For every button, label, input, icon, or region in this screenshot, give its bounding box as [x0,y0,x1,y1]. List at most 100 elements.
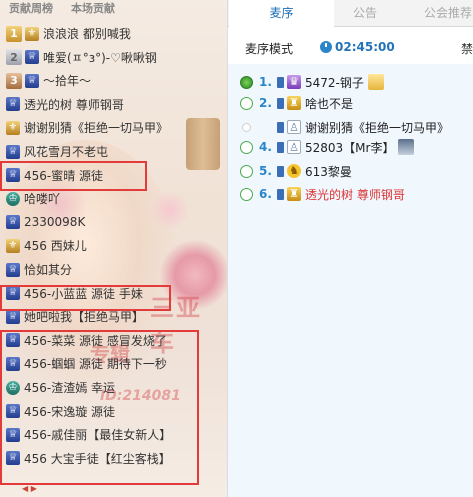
tab-weekly-contribution[interactable]: 贡献周榜 [9,0,53,16]
mic-status-icon [240,96,253,110]
member-level-icon: ♕ [25,73,39,88]
phone-icon [277,165,284,177]
tab-session-contribution[interactable]: 本场贡献 [71,0,115,16]
contributor-name: 透光的树 尊师钢哥 [24,97,124,112]
contributor-name: 456-戚佳丽【最佳女新人】 [24,428,172,443]
queue-user-name: 透光的树 尊师钢哥 [305,187,405,202]
member-level-icon: ⚜ [6,238,20,253]
contributor-row[interactable]: 3 ♕ ～拾年～ [0,69,227,92]
member-level-icon: ♕ [6,97,20,112]
mic-status-icon [240,164,253,178]
queue-number: 2. [259,96,272,110]
contributor-row[interactable]: ♕ 456 大宝手徒【红尘客栈】 [0,447,227,470]
queue-user-name: 啥也不是 [305,96,354,111]
phone-icon [277,97,284,109]
role-icon: ♜ [287,187,301,201]
tab-announcement[interactable]: 公告 [334,0,396,26]
contributor-name: 2330098K [24,215,86,230]
contributor-name: 456 大宝手徒【红尘客栈】 [24,451,171,466]
contributor-name: 哈喽吖 [24,192,61,207]
contributor-name: 恰如其分 [24,263,73,277]
member-level-icon: ♕ [6,427,20,442]
member-level-icon: ♔ [6,380,20,395]
tab-guild-recommend[interactable]: 公会推荐 [396,0,473,26]
contributor-row[interactable]: ⚜ 456 西妹儿 [0,234,227,257]
contributor-row[interactable]: ♕ 456-戚佳丽【最佳女新人】 [0,423,227,446]
role-icon: ♙ [287,120,301,134]
queue-number: 5. [259,164,272,178]
contributor-row[interactable]: ♕ 456-蝈蝈 源徒 期待下一秒 [0,352,227,375]
queue-number: 6. [259,187,272,201]
contribution-tabs: 贡献周榜 本场贡献 [0,0,227,16]
tab-mic-sequence[interactable]: 麦序 [229,0,334,27]
mode-label: 麦序模式 [245,42,294,56]
phone-icon [277,141,284,153]
member-level-icon: ♕ [6,215,20,230]
queue-row[interactable]: 4. ♙ 52803【Mr李】 [228,136,473,158]
contributor-row[interactable]: ♕ 456-蜜晴 源徒 [0,164,227,187]
contributor-name: 456-菜菜 源徒 感冒发烧了 [24,333,167,348]
contributor-name: ～拾年～ [43,74,92,89]
member-level-icon: ♕ [6,168,20,183]
queue-row[interactable]: 5. ♞ 613黎曼 [228,160,473,182]
queue-user-name: 谢谢别猜《拒绝一切马甲》 [305,120,450,135]
contributor-row[interactable]: ♕ 她吧啦我【拒绝马甲】 [0,305,227,328]
queue-row[interactable]: 1. ♛ 5472-钢子 [228,71,473,93]
contributor-row[interactable]: ♕ 456-宋逸璇 源徒 [0,400,227,423]
contributor-name: 456 西妹儿 [24,239,87,254]
clock-icon [320,41,332,53]
queue-number: 4. [259,140,272,154]
member-level-icon: ♕ [6,404,20,419]
contributor-row[interactable]: ♕ 透光的树 尊师钢哥 [0,93,227,116]
member-level-icon: ♕ [6,451,20,466]
contributor-row[interactable]: ♕ 恰如其分 [0,258,227,281]
member-level-icon: ♕ [6,262,20,277]
role-icon: ♜ [287,96,301,110]
contributor-row[interactable]: 2 ♕ 唯爱(ㅍ°з°)-♡啾啾钢 [0,46,227,69]
rank-badge-icon: 3 [6,72,22,89]
contributor-name: 456-蜜晴 源徒 [24,168,104,183]
contributor-name: 456-小蓝蓝 源徒 手妹 [24,286,143,301]
contributor-name: 456-渣渣嫣 幸运 [24,381,116,395]
queue-user-name: 613黎曼 [305,164,352,179]
scroll-arrows-icon[interactable]: ◀ ▶ [22,484,37,493]
member-level-icon: ♕ [6,356,20,371]
panel-tabs: 麦序 公告 公会推荐 [228,0,473,27]
rank-badge-icon: 1 [6,25,22,42]
contributor-name: 浪浪浪 都别喊我 [43,27,131,41]
member-level-icon: ⚜ [25,26,39,41]
queue-user-name: 52803【Mr李】 [305,140,395,155]
member-level-icon: ♕ [6,144,20,159]
contributor-name: 456-宋逸璇 源徒 [24,404,116,419]
contributor-row[interactable]: ♔ 哈喽吖 [0,187,227,210]
role-icon: ♛ [287,75,301,89]
role-icon: ♞ [287,164,301,178]
contribution-panel: 三亚车 专辑 ID:214081 贡献周榜 本场贡献 1 ⚜ 浪浪浪 都别喊我 2 ♕ 唯… [0,0,227,497]
mic-queue-panel: 麦序 公告 公会推荐 麦序模式 02:45:00 禁 1. ♛ 5472-钢子 2. ♜… [227,0,473,497]
queue-number: 1. [259,75,272,89]
countdown-timer: 02:45:00 [320,40,395,54]
mic-status-icon [240,75,253,89]
contributor-row[interactable]: ♕ 456-小蓝蓝 源徒 手妹 [0,282,227,305]
ban-button[interactable]: 禁 [461,40,473,57]
countdown-value: 02:45:00 [335,40,395,54]
member-level-icon: ♕ [6,309,20,324]
queue-row[interactable]: ♙ 谢谢别猜《拒绝一切马甲》 [228,116,473,138]
member-level-icon: ♕ [25,50,39,65]
queue-row[interactable]: 6. ♜ 透光的树 尊师钢哥 [228,183,473,205]
role-icon: ♙ [287,140,301,154]
avatar [398,139,415,155]
contributor-name: 唯爱(ㅍ°з°)-♡啾啾钢 [43,50,157,65]
contributor-row[interactable]: ⚜ 谢谢别猜《拒绝一切马甲》 [0,116,227,139]
contributor-row[interactable]: ♕ 456-菜菜 源徒 感冒发烧了 [0,329,227,352]
contributor-row[interactable]: ♕ 2330098K [0,211,227,234]
contributor-row[interactable]: ♔ 456-渣渣嫣 幸运 [0,376,227,399]
mic-status-icon [240,140,253,154]
member-level-icon: ♕ [6,286,20,301]
badge-icon [367,74,384,90]
contributor-row[interactable]: ♕ 风花雪月不老屯 [0,140,227,163]
queue-row[interactable]: 2. ♜ 啥也不是 [228,92,473,114]
member-level-icon: ♕ [6,333,20,348]
mic-status-icon [242,122,251,132]
contributor-row[interactable]: 1 ⚜ 浪浪浪 都别喊我 [0,22,227,45]
